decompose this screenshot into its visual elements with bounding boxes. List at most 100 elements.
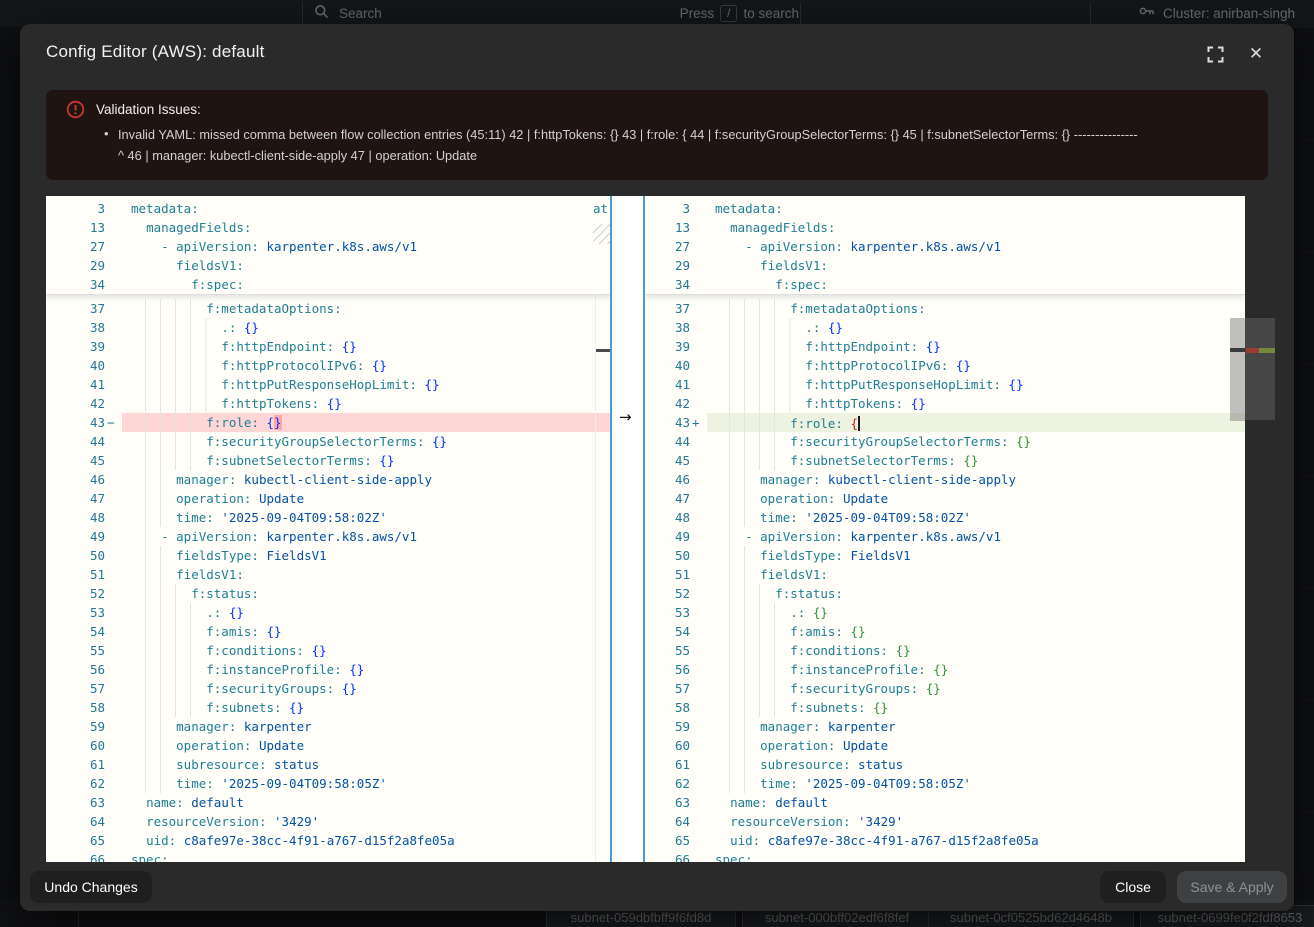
code-line[interactable]: 63 name: default (645, 793, 1245, 812)
original-editor[interactable]: at 3metadata:13 managedFields:27 - apiVe… (46, 196, 610, 862)
code-line[interactable]: 57 f:securityGroups: {} (645, 679, 1245, 698)
code-line[interactable]: 54 f:amis: {} (46, 622, 610, 641)
close-button[interactable]: Close (1100, 871, 1166, 903)
code-line[interactable]: 62 time: '2025-09-04T09:58:05Z' (46, 774, 610, 793)
code-line[interactable]: 52 f:status: (46, 584, 610, 603)
code-line[interactable]: 39 f:httpEndpoint: {} (46, 337, 610, 356)
close-icon[interactable]: ✕ (1244, 42, 1268, 66)
line-number: 60 (645, 736, 707, 755)
line-number: 27 (645, 237, 707, 256)
code-line[interactable]: 50 fieldsType: FieldsV1 (645, 546, 1245, 565)
code-line[interactable]: 29 fieldsV1: (645, 256, 1245, 275)
code-line[interactable]: 55 f:conditions: {} (46, 641, 610, 660)
line-number: 58 (46, 698, 122, 717)
code-line[interactable]: 62 time: '2025-09-04T09:58:05Z' (645, 774, 1245, 793)
line-number: 29 (645, 256, 707, 275)
code-line[interactable]: 65 uid: c8afe97e-38cc-4f91-a767-d15f2a8f… (46, 831, 610, 850)
code-line[interactable]: 42 f:httpTokens: {} (645, 394, 1245, 413)
code-line[interactable]: 48 time: '2025-09-04T09:58:02Z' (46, 508, 610, 527)
code-line[interactable]: 66spec: (645, 850, 1245, 862)
clipped-text-fragment: at (593, 201, 608, 216)
code-line[interactable]: 60 operation: Update (46, 736, 610, 755)
save-apply-button[interactable]: Save & Apply (1177, 871, 1287, 903)
code-line[interactable]: 34 f:spec: (46, 275, 610, 294)
line-number: 49 (46, 527, 122, 546)
code-line[interactable]: 64 resourceVersion: '3429' (645, 812, 1245, 831)
code-line[interactable]: 49 - apiVersion: karpenter.k8s.aws/v1 (46, 527, 610, 546)
line-number: 65 (46, 831, 122, 850)
code-line[interactable]: 41 f:httpPutResponseHopLimit: {} (46, 375, 610, 394)
code-line[interactable]: 53 .: {} (645, 603, 1245, 622)
line-number: 50 (645, 546, 707, 565)
code-line[interactable]: 42 f:httpTokens: {} (46, 394, 610, 413)
code-line[interactable]: 55 f:conditions: {} (645, 641, 1245, 660)
code-line[interactable]: 37 f:metadataOptions: (46, 299, 610, 318)
line-number: 43− (46, 413, 122, 432)
code-line[interactable]: 58 f:subnets: {} (46, 698, 610, 717)
code-line[interactable]: 49 - apiVersion: karpenter.k8s.aws/v1 (645, 527, 1245, 546)
line-number: 34 (645, 275, 707, 294)
line-number: 52 (645, 584, 707, 603)
line-number: 48 (645, 508, 707, 527)
code-line[interactable]: 38 .: {} (46, 318, 610, 337)
scrollbar-thumb[interactable] (1230, 318, 1245, 421)
code-line[interactable]: 46 manager: kubectl-client-side-apply (46, 470, 610, 489)
code-line[interactable]: 37 f:metadataOptions: (645, 299, 1245, 318)
code-line[interactable]: 3metadata: (645, 199, 1245, 218)
code-line[interactable]: 56 f:instanceProfile: {} (645, 660, 1245, 679)
code-line[interactable]: 13 managedFields: (645, 218, 1245, 237)
code-line[interactable]: 43− f:role: {} (46, 413, 610, 432)
code-line[interactable]: 45 f:subnetSelectorTerms: {} (645, 451, 1245, 470)
line-number: 55 (645, 641, 707, 660)
code-line[interactable]: 63 name: default (46, 793, 610, 812)
code-line[interactable]: 59 manager: karpenter (645, 717, 1245, 736)
code-line[interactable]: 41 f:httpPutResponseHopLimit: {} (645, 375, 1245, 394)
undo-changes-button[interactable]: Undo Changes (30, 871, 152, 903)
code-line[interactable]: 34 f:spec: (645, 275, 1245, 294)
code-line[interactable]: 44 f:securityGroupSelectorTerms: {} (46, 432, 610, 451)
code-line[interactable]: 56 f:instanceProfile: {} (46, 660, 610, 679)
code-line[interactable]: 53 .: {} (46, 603, 610, 622)
code-line[interactable]: 13 managedFields: (46, 218, 610, 237)
code-line[interactable]: 64 resourceVersion: '3429' (46, 812, 610, 831)
code-line[interactable]: 58 f:subnets: {} (645, 698, 1245, 717)
code-line[interactable]: 48 time: '2025-09-04T09:58:02Z' (645, 508, 1245, 527)
code-line[interactable]: 65 uid: c8afe97e-38cc-4f91-a767-d15f2a8f… (645, 831, 1245, 850)
code-line[interactable]: 38 .: {} (645, 318, 1245, 337)
modified-editor[interactable]: 3metadata:13 managedFields:27 - apiVersi… (645, 196, 1245, 862)
code-line[interactable]: 61 subresource: status (645, 755, 1245, 774)
code-line[interactable]: 59 manager: karpenter (46, 717, 610, 736)
sticky-scroll-header: 3metadata:13 managedFields:27 - apiVersi… (46, 196, 610, 295)
line-number: 44 (46, 432, 122, 451)
code-line[interactable]: 66spec: (46, 850, 610, 862)
code-line[interactable]: 51 fieldsV1: (46, 565, 610, 584)
code-line[interactable]: 27 - apiVersion: karpenter.k8s.aws/v1 (645, 237, 1245, 256)
code-line[interactable]: 61 subresource: status (46, 755, 610, 774)
line-number: 27 (46, 237, 122, 256)
code-line[interactable]: 57 f:securityGroups: {} (46, 679, 610, 698)
code-line[interactable]: 27 - apiVersion: karpenter.k8s.aws/v1 (46, 237, 610, 256)
code-line[interactable]: 50 fieldsType: FieldsV1 (46, 546, 610, 565)
code-line[interactable]: 47 operation: Update (645, 489, 1245, 508)
code-line[interactable]: 44 f:securityGroupSelectorTerms: {} (645, 432, 1245, 451)
code-line[interactable]: 39 f:httpEndpoint: {} (645, 337, 1245, 356)
revert-change-arrow-button[interactable]: → (619, 408, 632, 426)
line-number: 61 (46, 755, 122, 774)
line-number: 58 (645, 698, 707, 717)
code-line[interactable]: 43+ f:role: { (645, 413, 1245, 432)
code-line[interactable]: 3metadata: (46, 199, 610, 218)
fullscreen-button[interactable] (1203, 42, 1227, 66)
code-line[interactable]: 29 fieldsV1: (46, 256, 610, 275)
code-line[interactable]: 45 f:subnetSelectorTerms: {} (46, 451, 610, 470)
code-line[interactable]: 46 manager: kubectl-client-side-apply (645, 470, 1245, 489)
code-line[interactable]: 47 operation: Update (46, 489, 610, 508)
code-line[interactable]: 40 f:httpProtocolIPv6: {} (645, 356, 1245, 375)
diff-overview-ruler[interactable] (1245, 196, 1275, 862)
code-line[interactable]: 60 operation: Update (645, 736, 1245, 755)
code-line[interactable]: 40 f:httpProtocolIPv6: {} (46, 356, 610, 375)
code-line[interactable]: 54 f:amis: {} (645, 622, 1245, 641)
code-line[interactable]: 51 fieldsV1: (645, 565, 1245, 584)
validation-message-line2: ^ 46 | manager: kubectl-client-side-appl… (118, 148, 1248, 163)
code-line[interactable]: 52 f:status: (645, 584, 1245, 603)
diff-splitter-sash[interactable]: → (610, 196, 645, 862)
